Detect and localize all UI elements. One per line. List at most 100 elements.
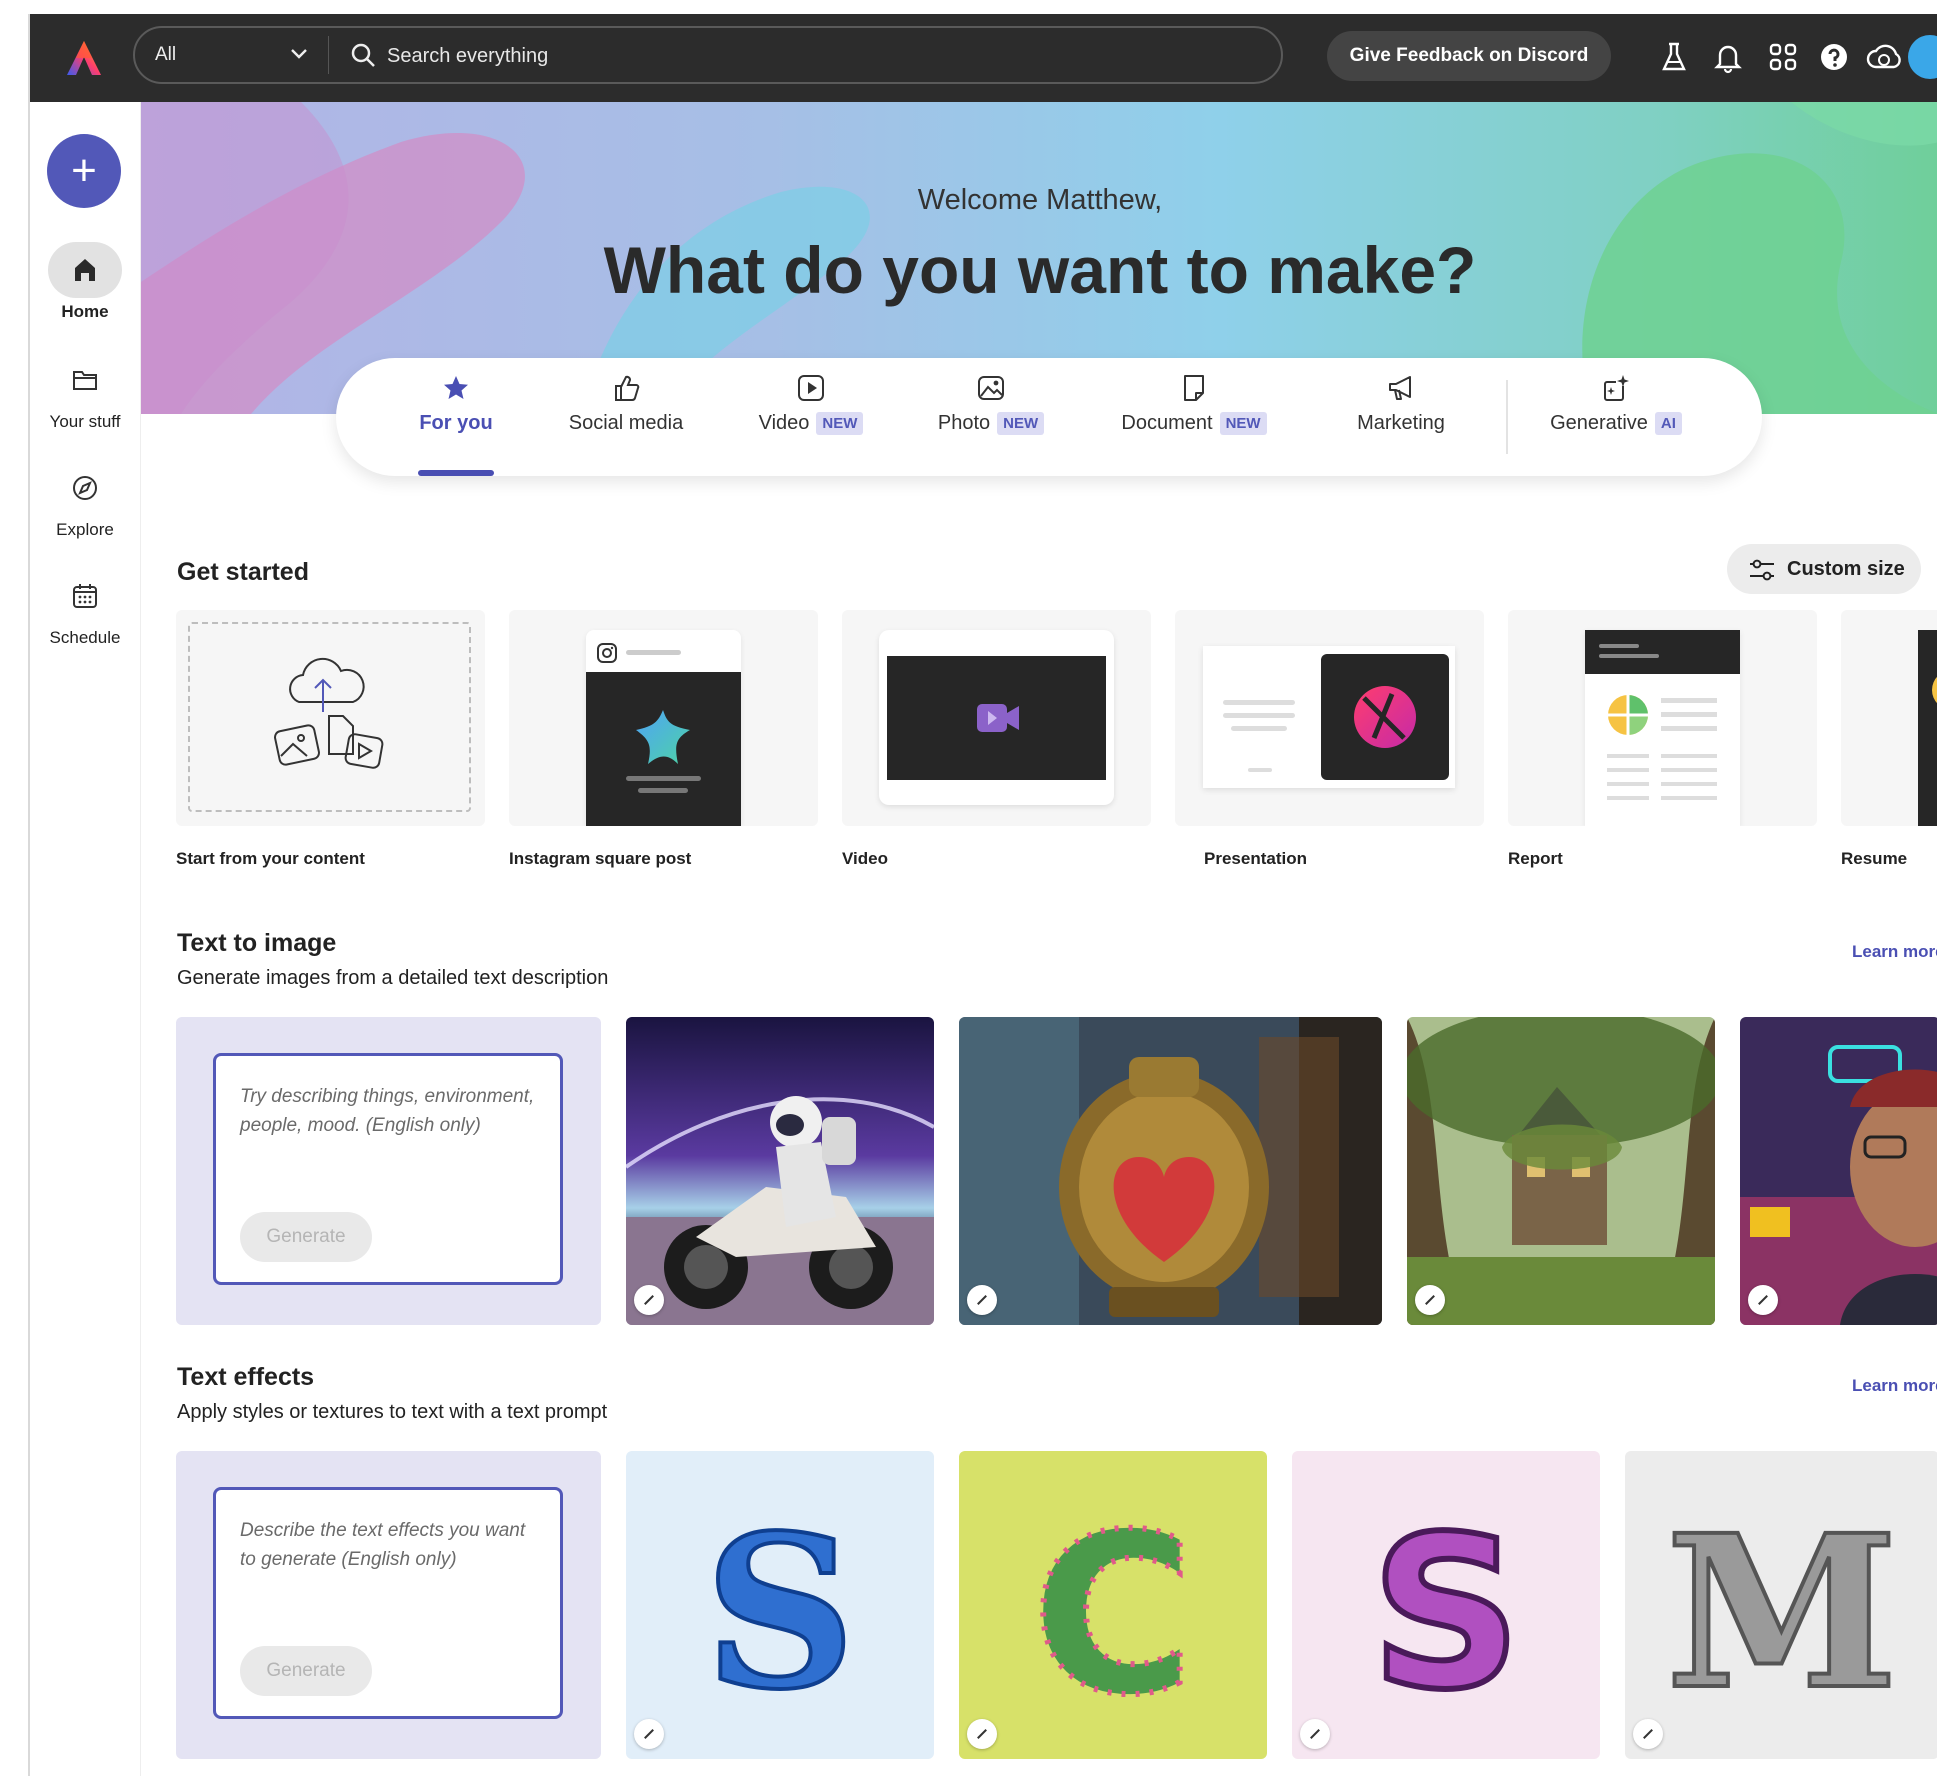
template-card-resume[interactable]	[1841, 610, 1937, 826]
expand-icon[interactable]	[967, 1285, 997, 1315]
tab-label: Generative	[1550, 412, 1648, 434]
template-card-label: Instagram square post	[509, 849, 692, 868]
prompt-placeholder: Describe the text effects you want to ge…	[240, 1520, 526, 1570]
sidebar-item-label: Explore	[56, 520, 114, 539]
sample-image-astronaut-motorcycle[interactable]	[626, 1017, 934, 1325]
apps-grid-icon[interactable]	[1766, 40, 1800, 74]
search-scope-select[interactable]: All	[155, 28, 176, 82]
sample-image-steampunk-heart[interactable]	[959, 1017, 1382, 1325]
document-icon	[1184, 375, 1204, 401]
text-effects-prompt-field[interactable]: Describe the text effects you want to ge…	[213, 1487, 563, 1719]
expand-icon[interactable]	[1633, 1719, 1663, 1749]
new-badge: NEW	[816, 412, 864, 435]
text-effect-sample-cactus-c[interactable]: C	[959, 1451, 1267, 1759]
steampunk-heart-image	[959, 1017, 1382, 1325]
app-window: All Give Feedback on Discord + Home Your…	[28, 14, 1937, 1776]
cactus-letter-c-image: C	[1029, 1484, 1196, 1746]
labs-icon[interactable]	[1657, 40, 1691, 74]
ai-badge: AI	[1654, 412, 1682, 435]
template-card-label: Report	[1508, 849, 1563, 868]
sample-image-forest-house[interactable]	[1407, 1017, 1715, 1325]
text-effect-sample-water-s[interactable]: S	[626, 1451, 934, 1759]
effect-letter: C	[1032, 1487, 1193, 1743]
text-effect-sample-moon-m[interactable]: M	[1625, 1451, 1937, 1759]
get-started-heading: Get started	[177, 558, 309, 586]
left-sidebar: + Home Your stuff Explore Schedule	[30, 102, 141, 1776]
feedback-discord-button[interactable]: Give Feedback on Discord	[1327, 31, 1611, 81]
star-graphic	[636, 710, 690, 764]
sliders-icon	[1750, 559, 1774, 581]
play-icon	[798, 375, 824, 401]
sidebar-item-label: Home	[61, 302, 109, 321]
upload-content-icon	[274, 657, 384, 769]
tab-social-media[interactable]: Social media	[546, 372, 706, 468]
chevron-down-icon[interactable]	[290, 47, 308, 61]
template-card-label: Start from your content	[176, 849, 365, 868]
graffiti-letter-s-image: S	[1367, 1488, 1524, 1739]
tab-marketing[interactable]: Marketing	[1336, 372, 1466, 468]
sidebar-item-schedule[interactable]: Schedule	[30, 568, 140, 648]
search-divider	[328, 36, 329, 74]
tab-label: Video	[758, 412, 810, 434]
text-to-image-learn-more-link[interactable]: Learn more	[1852, 942, 1937, 962]
adobe-express-logo[interactable]	[64, 38, 104, 78]
expand-icon[interactable]	[634, 1719, 664, 1749]
tab-label: Marketing	[1357, 412, 1445, 434]
tab-generative[interactable]: Generative AI	[1536, 372, 1696, 468]
instagram-post-mock	[586, 630, 741, 826]
tab-for-you[interactable]: For you	[396, 372, 516, 476]
sidebar-item-your-stuff[interactable]: Your stuff	[30, 352, 140, 432]
expand-icon[interactable]	[1415, 1285, 1445, 1315]
moon-rock-letter-m-image: M	[1664, 1487, 1900, 1738]
expand-icon[interactable]	[967, 1719, 997, 1749]
generate-button[interactable]: Generate	[240, 1212, 372, 1262]
text-to-image-prompt-panel: Try describing things, environment, peop…	[176, 1017, 601, 1325]
help-icon[interactable]	[1817, 40, 1851, 74]
search-input[interactable]	[385, 36, 1249, 76]
new-badge: NEW	[997, 412, 1045, 435]
thumbs-up-icon	[615, 375, 640, 401]
category-tabs: For you Social media Video NEW Photo NEW D…	[336, 358, 1762, 476]
text-to-image-heading: Text to image	[177, 929, 337, 957]
effect-letter: M	[1666, 1489, 1898, 1736]
expand-icon[interactable]	[1300, 1719, 1330, 1749]
expand-icon[interactable]	[1748, 1285, 1778, 1315]
pie-graphic	[1608, 695, 1648, 735]
sample-image-neon-portrait[interactable]	[1740, 1017, 1937, 1325]
expand-icon[interactable]	[634, 1285, 664, 1315]
tab-video[interactable]: Video NEW	[741, 372, 881, 468]
generate-button[interactable]: Generate	[240, 1646, 372, 1696]
creative-cloud-icon[interactable]	[1865, 40, 1905, 74]
active-tab-indicator	[418, 470, 494, 476]
search-bar: All	[133, 26, 1283, 84]
search-icon	[351, 43, 375, 67]
template-card-report[interactable]	[1508, 610, 1817, 826]
bell-icon[interactable]	[1711, 40, 1745, 74]
no-entry-graphic	[1354, 686, 1416, 748]
sidebar-item-explore[interactable]: Explore	[30, 460, 140, 540]
tab-label: Document	[1121, 412, 1213, 434]
report-mock	[1585, 630, 1740, 826]
prompt-placeholder: Try describing things, environment, peop…	[240, 1086, 535, 1136]
tab-document[interactable]: Document NEW	[1104, 372, 1284, 468]
template-card-start-from-content[interactable]	[176, 610, 485, 826]
text-to-image-prompt-field[interactable]: Try describing things, environment, peop…	[213, 1053, 563, 1285]
text-effect-sample-graffiti-s[interactable]: S	[1292, 1451, 1600, 1759]
tab-photo[interactable]: Photo NEW	[916, 372, 1066, 468]
forest-house-image	[1407, 1017, 1715, 1325]
astronaut-motorcycle-image	[626, 1017, 934, 1325]
page-canvas: All Give Feedback on Discord + Home Your…	[0, 0, 1937, 1776]
hero-headline: What do you want to make?	[603, 233, 1477, 307]
tab-label: For you	[419, 412, 493, 434]
video-camera-icon	[977, 704, 1019, 732]
text-effects-learn-more-link[interactable]: Learn more	[1852, 1376, 1937, 1396]
create-new-button[interactable]: +	[47, 134, 121, 208]
user-avatar[interactable]	[1908, 35, 1937, 79]
template-card-presentation[interactable]	[1175, 610, 1484, 826]
tab-label: Social media	[568, 412, 684, 434]
template-card-video[interactable]	[842, 610, 1151, 826]
sidebar-item-home[interactable]: Home	[30, 242, 140, 322]
tab-separator	[1506, 380, 1508, 454]
template-card-instagram-square-post[interactable]	[509, 610, 818, 826]
new-badge: NEW	[1219, 412, 1267, 435]
